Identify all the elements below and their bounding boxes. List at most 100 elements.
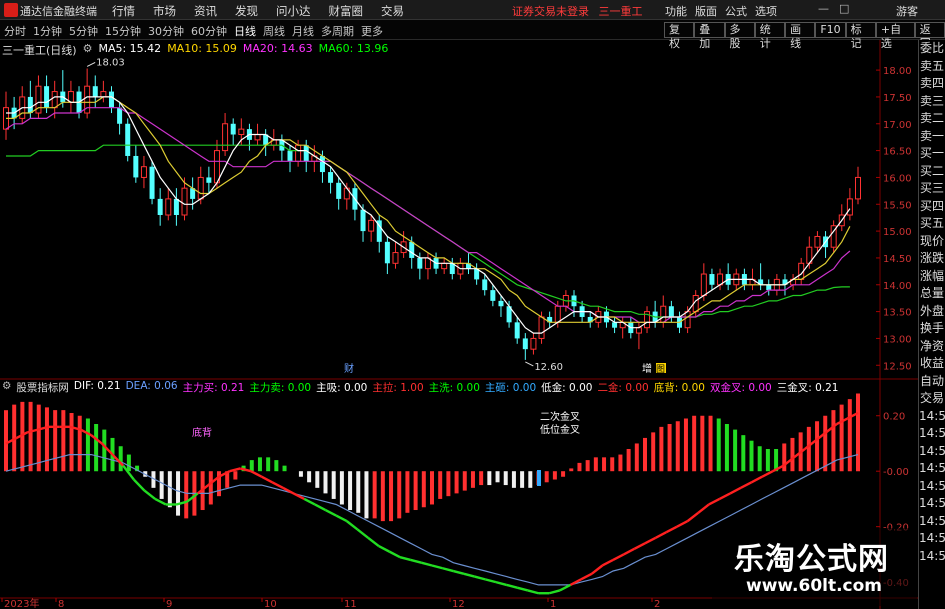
settings-icon[interactable]: ⚙ xyxy=(83,42,93,58)
side-panel-item[interactable]: 14:50 xyxy=(919,548,945,566)
menu-item-market[interactable]: 市场 xyxy=(153,3,176,19)
candle-down xyxy=(303,145,309,162)
ind-second-gold: 二金: 0.00 xyxy=(597,382,649,394)
side-panel-item[interactable]: 买四 xyxy=(919,198,945,216)
adjust-button[interactable]: 复权 xyxy=(664,22,695,50)
menu-item-wealth[interactable]: 财富圈 xyxy=(329,3,364,19)
menu-item-options[interactable]: 选项 xyxy=(755,3,777,19)
candle-down xyxy=(133,155,139,178)
back-button[interactable]: 返回 xyxy=(914,22,945,50)
price-tick-label: 16.50 xyxy=(883,147,912,158)
login-status[interactable]: 证券交易未登录 xyxy=(512,5,589,18)
side-panel-item[interactable]: 14:50 xyxy=(919,408,945,426)
side-panel-item[interactable]: 买五 xyxy=(919,215,945,233)
statistics-button[interactable]: 统计 xyxy=(754,22,786,50)
side-panel-item[interactable]: 收益 xyxy=(919,355,945,373)
add-watchlist-button[interactable]: +自选 xyxy=(875,22,915,50)
side-panel-item[interactable]: 现价 xyxy=(919,233,945,251)
menu-item-layout[interactable]: 版面 xyxy=(695,3,717,19)
menu-item-assistant[interactable]: 问小达 xyxy=(276,3,311,19)
menu-item-quotes[interactable]: 行情 xyxy=(112,3,135,19)
multi-stock-button[interactable]: 多股 xyxy=(724,22,755,50)
dif-line-segment xyxy=(410,558,422,564)
side-panel-item[interactable]: 14:50 xyxy=(919,513,945,531)
side-panel-item[interactable]: 换手 xyxy=(919,320,945,338)
side-panel-item[interactable]: 买二 xyxy=(919,163,945,181)
time-tick-label: 10 xyxy=(264,599,277,609)
time-tick-label: 1 xyxy=(550,599,556,609)
menu-item-formula[interactable]: 公式 xyxy=(725,3,747,19)
side-panel-item[interactable]: 净资 xyxy=(919,338,945,356)
dif-line-segment xyxy=(346,520,359,531)
side-panel-item[interactable]: 14:50 xyxy=(919,530,945,548)
side-panel-item[interactable]: 14:50 xyxy=(919,425,945,443)
menu-item-discover[interactable]: 发现 xyxy=(235,3,258,19)
tab-intraday[interactable]: 分时 xyxy=(4,23,26,39)
dif-line-segment xyxy=(484,578,497,584)
side-panel-item[interactable]: 14:50 xyxy=(919,495,945,513)
tab-weekly[interactable]: 周线 xyxy=(263,23,285,39)
side-panel-item[interactable]: 14:50 xyxy=(919,460,945,478)
side-panel-item[interactable]: 买一 xyxy=(919,145,945,163)
dif-line-segment xyxy=(378,545,390,553)
ma20-label: MA20: 14.63 xyxy=(242,42,313,55)
indicator-settings-icon[interactable]: ⚙ xyxy=(2,380,11,395)
side-panel-item[interactable]: 涨幅 xyxy=(919,268,945,286)
high-price-label: 18.03 xyxy=(96,57,125,68)
side-panel-item[interactable]: 14:50 xyxy=(919,443,945,461)
tab-5min[interactable]: 5分钟 xyxy=(69,23,98,39)
side-panel-item[interactable]: 卖三 xyxy=(919,93,945,111)
ma20-line xyxy=(5,107,851,323)
time-tick-label: 8 xyxy=(58,599,64,609)
candle-down xyxy=(417,257,423,269)
top-menu-bar: 通达信金融终端 行情 市场 资讯 发现 问小达 财富圈 交易 证券交易未登录 三… xyxy=(0,0,945,20)
ind-pull: 主拉: 1.00 xyxy=(372,382,424,394)
side-panel-item[interactable]: 14:50 xyxy=(919,478,945,496)
mark-button[interactable]: 标记 xyxy=(845,22,876,50)
chart-tools: 复权 叠加 多股 统计 画线 F10 标记 +自选 返回 xyxy=(664,22,945,50)
tab-15min[interactable]: 15分钟 xyxy=(105,23,141,39)
candle-up xyxy=(181,187,188,216)
ma60-line xyxy=(6,144,850,318)
candle-up xyxy=(100,91,107,98)
indicator-legend: ⚙ 股票指标网 DIF: 0.21 DEA: 0.06 主力买: 0.21 主力… xyxy=(2,380,839,395)
tab-daily[interactable]: 日线 xyxy=(234,23,256,39)
indicator-title[interactable]: 股票指标网 xyxy=(16,380,69,395)
tab-1min[interactable]: 1分钟 xyxy=(33,23,62,39)
side-panel-item[interactable]: 总量 xyxy=(919,285,945,303)
guest-label[interactable]: 游客 xyxy=(896,3,918,19)
tab-monthly[interactable]: 月线 xyxy=(292,23,314,39)
side-panel-item[interactable]: 卖四 xyxy=(919,75,945,93)
maximize-icon[interactable]: □ xyxy=(839,2,849,15)
side-panel-item[interactable]: 外盘 xyxy=(919,303,945,321)
candle-up xyxy=(814,235,821,248)
chart-area[interactable]: 18.00 17.50 17.00 16.50 16.00 15.50 15.00 14.50… xyxy=(0,40,918,609)
side-panel-item[interactable]: 卖一 xyxy=(919,128,945,146)
side-panel-item[interactable]: 委比 xyxy=(919,40,945,58)
tab-30min[interactable]: 30分钟 xyxy=(148,23,184,39)
menu-item-news[interactable]: 资讯 xyxy=(194,3,217,19)
tab-multi-period[interactable]: 多周期 xyxy=(321,23,354,39)
side-panel-item[interactable]: 涨跌 xyxy=(919,250,945,268)
f10-button[interactable]: F10 xyxy=(815,22,846,38)
tab-more[interactable]: 更多 xyxy=(361,23,383,39)
app-logo-icon xyxy=(4,3,18,17)
tab-60min[interactable]: 60分钟 xyxy=(191,23,227,39)
menu-item-function[interactable]: 功能 xyxy=(665,3,687,19)
draw-line-button[interactable]: 画线 xyxy=(785,22,816,50)
high-pointer xyxy=(86,62,96,67)
ind-dif: DIF: 0.21 xyxy=(73,380,121,392)
candle-down xyxy=(319,155,325,173)
side-panel-item[interactable]: 买三 xyxy=(919,180,945,198)
side-panel-item[interactable]: 卖二 xyxy=(919,110,945,128)
top-menu: 行情 市场 资讯 发现 问小达 财富圈 交易 xyxy=(112,3,404,19)
menu-item-trade[interactable]: 交易 xyxy=(381,3,404,19)
side-panel-item[interactable]: 自动 xyxy=(919,373,945,391)
dif-line-segment xyxy=(527,589,539,595)
candle-down xyxy=(360,209,366,232)
dif-line-segment xyxy=(601,558,614,567)
side-panel-item[interactable]: 卖五 xyxy=(919,58,945,76)
overlay-button[interactable]: 叠加 xyxy=(694,22,725,50)
side-panel-item[interactable]: 交易 xyxy=(919,390,945,408)
minimize-icon[interactable]: — xyxy=(818,2,829,15)
